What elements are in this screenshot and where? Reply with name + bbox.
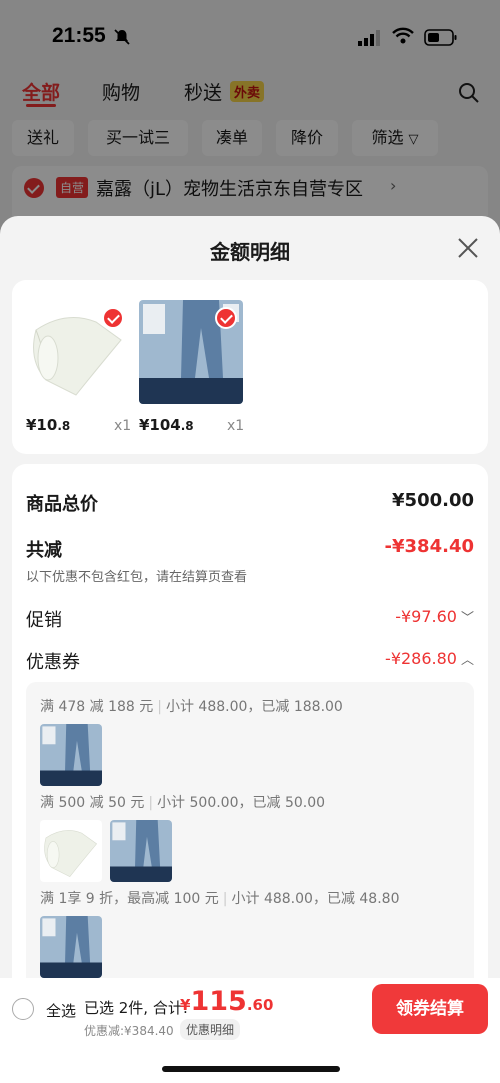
total-price: ¥115.60 — [180, 986, 273, 1017]
rule-detail: 小计 500.00，已减 50.00 — [157, 795, 326, 811]
rule-condition: 满 500 减 50 元 — [40, 795, 145, 811]
product-qty: x1 — [227, 418, 245, 434]
total-value: ¥500.00 — [392, 490, 474, 511]
rule-detail: 小计 488.00，已减 188.00 — [165, 699, 343, 715]
total-label: 商品总价 — [26, 494, 98, 515]
total-yen: ¥ — [180, 996, 191, 1014]
chevron-down-icon: ﹀ — [460, 611, 474, 626]
discount-detail-link[interactable]: 优惠明细 — [180, 1019, 241, 1040]
promo-row[interactable]: -¥97.60 ﹀ — [395, 607, 474, 626]
price-int: ¥104 — [139, 416, 181, 434]
home-indicator — [162, 1066, 340, 1072]
product-item[interactable]: ¥104.8 x1 — [139, 300, 254, 440]
rule-condition: 满 1享 9 折，最高减 100 元 — [40, 891, 219, 907]
checkout-button[interactable]: 领券结算 — [372, 984, 488, 1034]
rule-detail: 小计 488.00，已减 48.80 — [231, 891, 400, 907]
selected-products-card: ¥10.8 x1 ¥104.8 x1 — [12, 280, 488, 454]
coupon-row[interactable]: -¥286.80 ︿ — [385, 649, 474, 668]
coupon-rule: 满 1享 9 折，最高减 100 元 | 小计 488.00，已减 48.80 — [40, 891, 400, 907]
product-price: ¥10.8 — [26, 416, 70, 434]
discount-text: 优惠减:¥384.40 — [84, 1024, 174, 1038]
coupon-product-felt — [40, 820, 102, 882]
sheet-title: 金额明细 — [210, 240, 290, 264]
reduce-note: 以下优惠不包含红包，请在结算页查看 — [26, 570, 248, 585]
coupon-rule: 满 500 减 50 元 | 小计 500.00，已减 50.00 — [40, 795, 326, 811]
reduce-label: 共减 — [26, 540, 62, 561]
select-all-radio[interactable] — [12, 998, 34, 1020]
coupon-rule: 满 478 减 188 元 | 小计 488.00，已减 188.00 — [40, 699, 343, 715]
coupon-label: 优惠券 — [26, 652, 80, 673]
product-checkbox[interactable] — [215, 307, 237, 329]
coupon-product-jeans — [40, 724, 102, 786]
coupon-product-jeans — [110, 820, 172, 882]
coupon-value: -¥286.80 — [385, 649, 457, 668]
total-dec: .60 — [246, 996, 274, 1014]
reduce-value: -¥384.40 — [384, 536, 474, 557]
coupon-product-jeans — [40, 916, 102, 978]
price-int: ¥10 — [26, 416, 58, 434]
amount-detail-sheet: 金额明细 ¥10.8 x1 ¥104.8 x1 商品总价 ¥500.00 共减 … — [0, 216, 500, 1083]
price-dec: .8 — [180, 419, 194, 433]
close-icon[interactable] — [454, 234, 482, 262]
price-dec: .8 — [57, 419, 71, 433]
product-checkbox[interactable] — [102, 307, 124, 329]
product-item[interactable]: ¥10.8 x1 — [26, 300, 141, 440]
promo-value: -¥97.60 — [395, 607, 457, 626]
total-int: 115 — [190, 986, 247, 1017]
rule-condition: 满 478 减 188 元 — [40, 699, 154, 715]
product-qty: x1 — [114, 418, 132, 434]
promo-label: 促销 — [26, 610, 62, 631]
select-all-label[interactable]: 全选 — [46, 1000, 76, 1021]
chevron-up-icon: ︿ — [460, 653, 474, 668]
selected-summary: 已选 2件, 合计: — [84, 999, 188, 1017]
product-price: ¥104.8 — [139, 416, 194, 434]
